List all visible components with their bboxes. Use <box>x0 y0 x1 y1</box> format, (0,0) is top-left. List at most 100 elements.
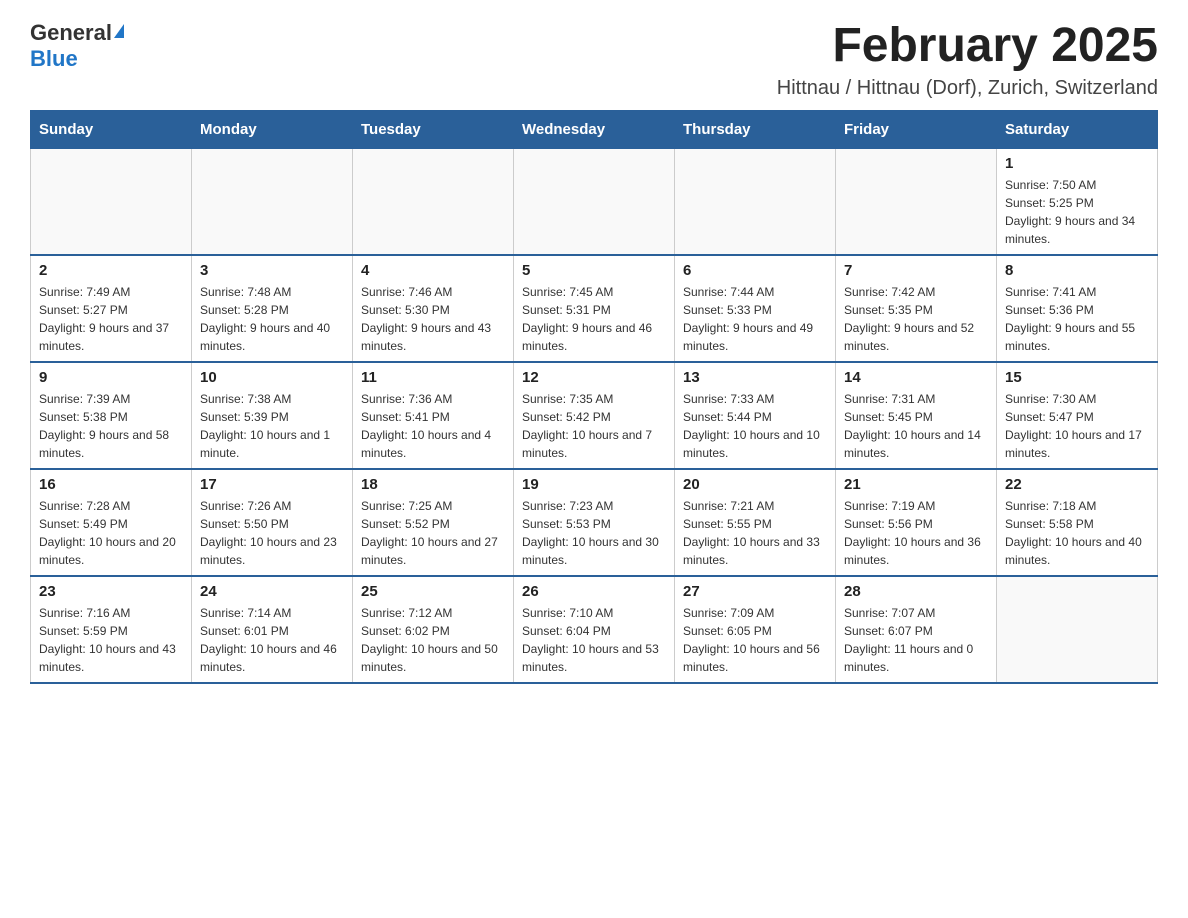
logo-general-label: General <box>30 20 112 46</box>
calendar-week-row: 23 Sunrise: 7:16 AM Sunset: 5:59 PM Dayli… <box>31 576 1158 683</box>
day-number: 25 <box>361 583 505 600</box>
day-info: Sunrise: 7:19 AM Sunset: 5:56 PM Dayligh… <box>844 497 988 569</box>
day-info: Sunrise: 7:44 AM Sunset: 5:33 PM Dayligh… <box>683 283 827 355</box>
weekday-header-friday: Friday <box>836 110 997 148</box>
calendar-week-row: 2 Sunrise: 7:49 AM Sunset: 5:27 PM Daylig… <box>31 255 1158 362</box>
title-area: February 2025 Hittnau / Hittnau (Dorf), … <box>777 20 1158 100</box>
day-info: Sunrise: 7:26 AM Sunset: 5:50 PM Dayligh… <box>200 497 344 569</box>
calendar-day-cell <box>353 148 514 255</box>
day-number: 23 <box>39 583 183 600</box>
calendar-day-cell: 9 Sunrise: 7:39 AM Sunset: 5:38 PM Daylig… <box>31 362 192 469</box>
day-number: 11 <box>361 369 505 386</box>
calendar-day-cell: 4Sunrise: 7:46 AM Sunset: 5:30 PM Daylig… <box>353 255 514 362</box>
day-info: Sunrise: 7:12 AM Sunset: 6:02 PM Dayligh… <box>361 604 505 676</box>
day-info: Sunrise: 7:25 AM Sunset: 5:52 PM Dayligh… <box>361 497 505 569</box>
page-subtitle: Hittnau / Hittnau (Dorf), Zurich, Switze… <box>777 77 1158 100</box>
day-info: Sunrise: 7:46 AM Sunset: 5:30 PM Dayligh… <box>361 283 505 355</box>
day-info: Sunrise: 7:39 AM Sunset: 5:38 PM Dayligh… <box>39 390 183 462</box>
day-info: Sunrise: 7:16 AM Sunset: 5:59 PM Dayligh… <box>39 604 183 676</box>
day-number: 3 <box>200 262 344 279</box>
calendar-day-cell: 7Sunrise: 7:42 AM Sunset: 5:35 PM Daylig… <box>836 255 997 362</box>
calendar-day-cell: 8Sunrise: 7:41 AM Sunset: 5:36 PM Daylig… <box>997 255 1158 362</box>
day-number: 27 <box>683 583 827 600</box>
day-info: Sunrise: 7:10 AM Sunset: 6:04 PM Dayligh… <box>522 604 666 676</box>
calendar-day-cell: 23 Sunrise: 7:16 AM Sunset: 5:59 PM Dayli… <box>31 576 192 683</box>
day-info: Sunrise: 7:33 AM Sunset: 5:44 PM Dayligh… <box>683 390 827 462</box>
day-number: 18 <box>361 476 505 493</box>
calendar-day-cell: 13 Sunrise: 7:33 AM Sunset: 5:44 PM Dayli… <box>675 362 836 469</box>
header: General Blue February 2025 Hittnau / Hit… <box>30 20 1158 100</box>
calendar-day-cell: 25 Sunrise: 7:12 AM Sunset: 6:02 PM Dayli… <box>353 576 514 683</box>
day-number: 13 <box>683 369 827 386</box>
day-number: 6 <box>683 262 827 279</box>
calendar-week-row: 16 Sunrise: 7:28 AM Sunset: 5:49 PM Dayli… <box>31 469 1158 576</box>
day-number: 10 <box>200 369 344 386</box>
day-number: 12 <box>522 369 666 386</box>
day-number: 26 <box>522 583 666 600</box>
day-number: 2 <box>39 262 183 279</box>
day-info: Sunrise: 7:50 AM Sunset: 5:25 PM Dayligh… <box>1005 176 1149 248</box>
calendar-day-cell: 18 Sunrise: 7:25 AM Sunset: 5:52 PM Dayli… <box>353 469 514 576</box>
calendar-day-cell: 2 Sunrise: 7:49 AM Sunset: 5:27 PM Daylig… <box>31 255 192 362</box>
page-title: February 2025 <box>777 20 1158 73</box>
day-number: 24 <box>200 583 344 600</box>
day-number: 17 <box>200 476 344 493</box>
weekday-header-tuesday: Tuesday <box>353 110 514 148</box>
day-number: 19 <box>522 476 666 493</box>
logo-triangle-icon <box>114 24 124 38</box>
weekday-header-wednesday: Wednesday <box>514 110 675 148</box>
calendar-day-cell: 10 Sunrise: 7:38 AM Sunset: 5:39 PM Dayli… <box>192 362 353 469</box>
calendar-day-cell: 20 Sunrise: 7:21 AM Sunset: 5:55 PM Dayli… <box>675 469 836 576</box>
day-number: 20 <box>683 476 827 493</box>
day-number: 1 <box>1005 155 1149 172</box>
calendar-day-cell <box>514 148 675 255</box>
calendar-day-cell: 5Sunrise: 7:45 AM Sunset: 5:31 PM Daylig… <box>514 255 675 362</box>
weekday-header-row: SundayMondayTuesdayWednesdayThursdayFrid… <box>31 110 1158 148</box>
calendar-day-cell: 21 Sunrise: 7:19 AM Sunset: 5:56 PM Dayli… <box>836 469 997 576</box>
day-number: 9 <box>39 369 183 386</box>
calendar-day-cell <box>192 148 353 255</box>
day-number: 21 <box>844 476 988 493</box>
calendar-day-cell <box>31 148 192 255</box>
calendar-day-cell <box>675 148 836 255</box>
calendar-day-cell <box>836 148 997 255</box>
calendar-day-cell: 14 Sunrise: 7:31 AM Sunset: 5:45 PM Dayli… <box>836 362 997 469</box>
day-info: Sunrise: 7:31 AM Sunset: 5:45 PM Dayligh… <box>844 390 988 462</box>
day-info: Sunrise: 7:14 AM Sunset: 6:01 PM Dayligh… <box>200 604 344 676</box>
calendar-body: 1 Sunrise: 7:50 AM Sunset: 5:25 PM Daylig… <box>31 148 1158 683</box>
weekday-header-monday: Monday <box>192 110 353 148</box>
day-info: Sunrise: 7:36 AM Sunset: 5:41 PM Dayligh… <box>361 390 505 462</box>
calendar-day-cell: 26 Sunrise: 7:10 AM Sunset: 6:04 PM Dayli… <box>514 576 675 683</box>
day-info: Sunrise: 7:21 AM Sunset: 5:55 PM Dayligh… <box>683 497 827 569</box>
calendar-day-cell: 1 Sunrise: 7:50 AM Sunset: 5:25 PM Daylig… <box>997 148 1158 255</box>
calendar-day-cell: 3 Sunrise: 7:48 AM Sunset: 5:28 PM Daylig… <box>192 255 353 362</box>
day-info: Sunrise: 7:38 AM Sunset: 5:39 PM Dayligh… <box>200 390 344 462</box>
weekday-header-sunday: Sunday <box>31 110 192 148</box>
calendar-day-cell: 15Sunrise: 7:30 AM Sunset: 5:47 PM Dayli… <box>997 362 1158 469</box>
calendar-header: SundayMondayTuesdayWednesdayThursdayFrid… <box>31 110 1158 148</box>
calendar-day-cell: 19 Sunrise: 7:23 AM Sunset: 5:53 PM Dayli… <box>514 469 675 576</box>
day-info: Sunrise: 7:30 AM Sunset: 5:47 PM Dayligh… <box>1005 390 1149 462</box>
calendar-table: SundayMondayTuesdayWednesdayThursdayFrid… <box>30 110 1158 684</box>
calendar-day-cell: 27Sunrise: 7:09 AM Sunset: 6:05 PM Dayli… <box>675 576 836 683</box>
day-number: 22 <box>1005 476 1149 493</box>
calendar-day-cell: 24 Sunrise: 7:14 AM Sunset: 6:01 PM Dayli… <box>192 576 353 683</box>
weekday-header-thursday: Thursday <box>675 110 836 148</box>
day-info: Sunrise: 7:49 AM Sunset: 5:27 PM Dayligh… <box>39 283 183 355</box>
day-info: Sunrise: 7:23 AM Sunset: 5:53 PM Dayligh… <box>522 497 666 569</box>
calendar-day-cell <box>997 576 1158 683</box>
day-number: 14 <box>844 369 988 386</box>
day-info: Sunrise: 7:28 AM Sunset: 5:49 PM Dayligh… <box>39 497 183 569</box>
day-info: Sunrise: 7:18 AM Sunset: 5:58 PM Dayligh… <box>1005 497 1149 569</box>
calendar-day-cell: 6 Sunrise: 7:44 AM Sunset: 5:33 PM Daylig… <box>675 255 836 362</box>
day-number: 7 <box>844 262 988 279</box>
day-number: 8 <box>1005 262 1149 279</box>
logo-blue-label: Blue <box>30 46 78 72</box>
calendar-day-cell: 16 Sunrise: 7:28 AM Sunset: 5:49 PM Dayli… <box>31 469 192 576</box>
day-number: 16 <box>39 476 183 493</box>
logo-general-text: General <box>30 20 124 46</box>
day-info: Sunrise: 7:48 AM Sunset: 5:28 PM Dayligh… <box>200 283 344 355</box>
calendar-day-cell: 11 Sunrise: 7:36 AM Sunset: 5:41 PM Dayli… <box>353 362 514 469</box>
calendar-day-cell: 17 Sunrise: 7:26 AM Sunset: 5:50 PM Dayli… <box>192 469 353 576</box>
day-number: 28 <box>844 583 988 600</box>
